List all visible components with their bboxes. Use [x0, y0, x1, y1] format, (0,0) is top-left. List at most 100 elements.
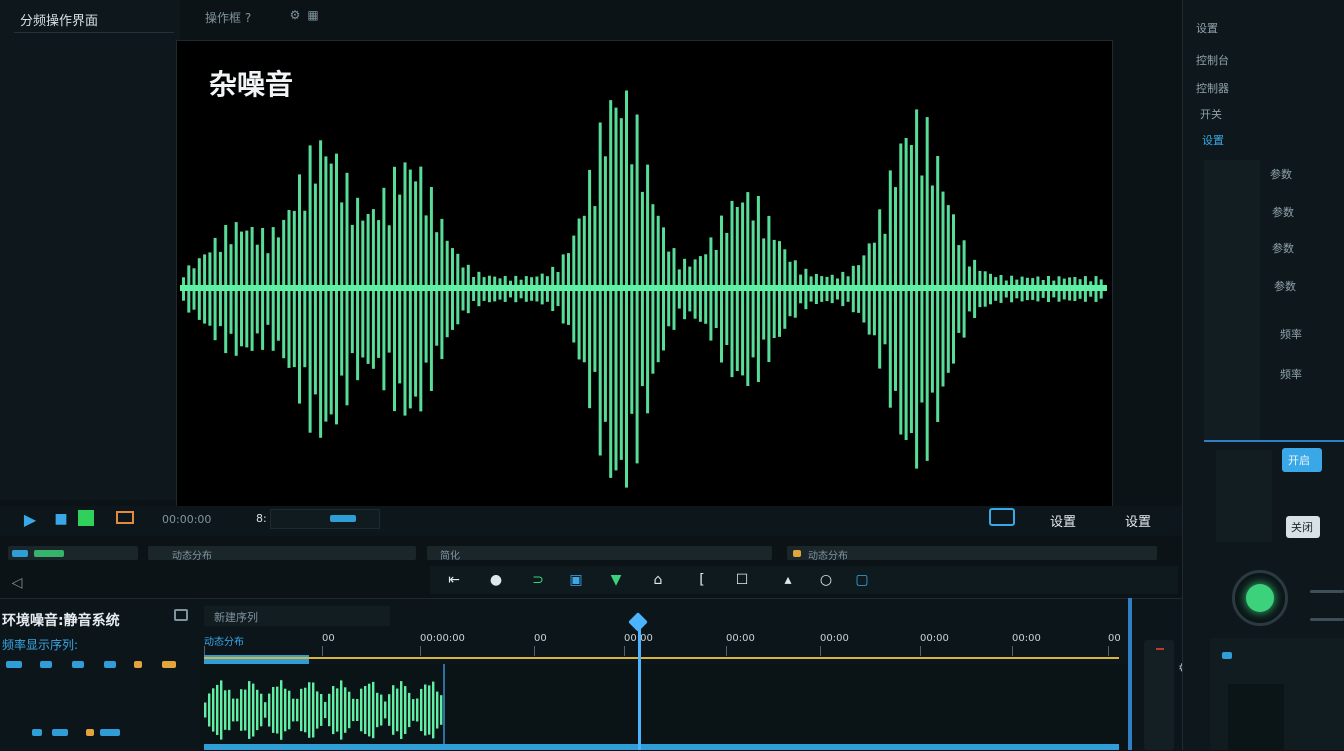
settings-icon[interactable]: ⚙: [288, 8, 302, 22]
ruler-tick: [726, 646, 727, 656]
timeline-clip-waveform[interactable]: [200, 664, 445, 750]
grid-icon[interactable]: ▦: [306, 8, 320, 22]
clip-waveform-bar: [292, 698, 295, 722]
clip-track-right[interactable]: [427, 546, 772, 560]
tool-icon[interactable]: ▼: [606, 570, 626, 590]
tool-icon[interactable]: [: [692, 570, 712, 590]
clip-right-label: 动态分布: [808, 551, 848, 562]
clip-waveform-bar: [424, 684, 427, 736]
clip-mid-label: 简化: [440, 551, 460, 562]
clip-waveform-bar: [384, 701, 387, 719]
ruler-tick: [820, 646, 821, 656]
playhead-line[interactable]: [638, 624, 641, 750]
ruler-tick: [420, 646, 421, 656]
right-panel-item[interactable]: 控制器: [1196, 80, 1229, 96]
clip-waveform-bar: [248, 681, 251, 739]
tool-icon[interactable]: ▴: [778, 570, 798, 590]
clip-waveform-bar: [288, 690, 291, 730]
clip-waveform-bar: [284, 688, 287, 732]
right-slider-1[interactable]: [1310, 590, 1344, 593]
clip-waveform-bar: [364, 686, 367, 734]
clip-waveform-bar: [340, 680, 343, 740]
marker-icon[interactable]: [116, 511, 134, 524]
settings-label[interactable]: 设置: [1050, 511, 1076, 530]
right-panel-item[interactable]: 频率: [1280, 366, 1302, 382]
ruler-label: 动态分布: [204, 637, 244, 648]
meter-box: [1144, 640, 1174, 750]
meter-red: [1156, 648, 1164, 650]
clip-waveform-bar: [320, 694, 323, 726]
clip-waveform-bar: [220, 680, 223, 740]
right-slider-2[interactable]: [1310, 618, 1344, 621]
stop-icon[interactable]: ■: [50, 510, 72, 528]
timeline-bottom-bar: [204, 744, 1119, 750]
loop-button[interactable]: [989, 508, 1015, 526]
right-panel-item[interactable]: 控制台: [1196, 52, 1229, 68]
right-panel-item[interactable]: 设置: [1202, 132, 1224, 148]
waveform-center-line: [180, 285, 1107, 291]
clip-waveform-bar: [252, 683, 255, 737]
timecode-2: 8:: [256, 512, 267, 525]
tool-icon[interactable]: ▣: [566, 570, 586, 590]
clip-waveform-bar: [412, 699, 415, 721]
right-blue-mark: [1222, 652, 1232, 659]
tool-icon[interactable]: ▢: [852, 570, 872, 590]
ruler-tick: [534, 646, 535, 656]
right-panel-item[interactable]: 参数: [1270, 166, 1292, 182]
ruler-label: 00: [322, 633, 335, 644]
right-panel-item[interactable]: 参数: [1274, 278, 1296, 294]
right-panel-item[interactable]: 频率: [1280, 326, 1302, 342]
ruler-label: 00:00: [1012, 633, 1041, 644]
preview-waveform: [180, 90, 1107, 488]
clip-end-marker: [443, 664, 445, 750]
clip-waveform-bar: [376, 692, 379, 728]
clip-waveform-bar: [300, 688, 303, 732]
clip-waveform-bar: [436, 691, 439, 729]
ruler-tick: [322, 646, 323, 656]
transport-field[interactable]: [270, 509, 380, 529]
timeline-end-line: [1128, 598, 1132, 750]
clip-waveform-bar: [204, 702, 207, 718]
tool-icon[interactable]: ⌂: [648, 570, 668, 590]
play-icon[interactable]: ▶: [16, 510, 44, 529]
track-marker-10: [100, 729, 120, 736]
speaker-icon[interactable]: ◁: [8, 574, 26, 592]
ruler-label: 00:00: [726, 633, 755, 644]
track-marker-7: [32, 729, 42, 736]
right-panel-item[interactable]: 参数: [1272, 204, 1294, 220]
record-indicator[interactable]: [78, 510, 94, 526]
right-panel-item[interactable]: 开关: [1200, 106, 1222, 122]
clip-waveform-bar: [212, 688, 215, 732]
clip-waveform-bar: [228, 689, 231, 731]
tool-icon[interactable]: ●: [486, 570, 506, 590]
top-toolbar-label[interactable]: 操作框 ?: [205, 9, 251, 26]
clip-waveform-bar: [400, 681, 403, 739]
tool-icon[interactable]: ☐: [732, 570, 752, 590]
track-marker-1: [6, 661, 22, 668]
clip-waveform-bar: [268, 693, 271, 727]
clip-waveform-bar: [296, 698, 299, 722]
tool-icon[interactable]: ○: [816, 570, 836, 590]
clip-waveform-bar: [276, 686, 279, 734]
clip-waveform-bar: [392, 685, 395, 735]
clip-left-label: 动态分布: [172, 551, 212, 562]
panel-collapse-icon[interactable]: [174, 609, 188, 621]
clip-waveform-bar: [232, 698, 235, 722]
tool-icon[interactable]: ⊃: [528, 570, 548, 590]
track-marker-5: [134, 661, 142, 668]
right-panel-item[interactable]: 设置: [1196, 20, 1218, 36]
clip-waveform-bar: [244, 689, 247, 731]
clip-waveform-bar: [260, 693, 263, 727]
clip-waveform-bar: [420, 688, 423, 732]
clip-waveform-bar: [308, 682, 311, 738]
clip-waveform-bar: [264, 702, 267, 718]
knob-center: [1246, 584, 1274, 612]
clip-waveform-bar: [372, 681, 375, 739]
timeline-panel-title: 环境噪音:静音系统: [2, 613, 120, 629]
right-panel-item[interactable]: 参数: [1272, 240, 1294, 256]
clip-waveform-bar: [408, 692, 411, 728]
left-sidebar: [0, 0, 180, 500]
settings-label-2[interactable]: 设置: [1125, 511, 1151, 530]
tool-icon[interactable]: ⇤: [444, 570, 464, 590]
clip-waveform-bar: [256, 689, 259, 731]
